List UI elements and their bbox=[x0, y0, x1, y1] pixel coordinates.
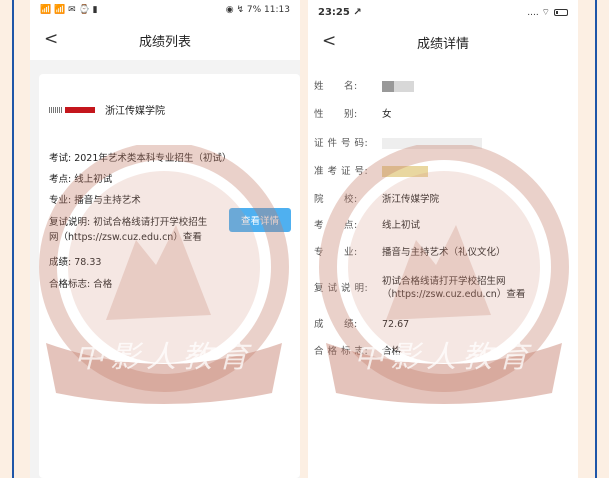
frame-right-line bbox=[595, 0, 597, 478]
field-major: 专 业: 播音与主持艺术（礼仪文化） bbox=[314, 246, 572, 259]
nav-bar: < 成绩详情 bbox=[308, 24, 578, 60]
field-value: 72.67 bbox=[382, 319, 410, 330]
field-label: 证 件 号 码: bbox=[314, 138, 369, 149]
pass-flag-line: 合格标志: 合格 bbox=[49, 279, 113, 290]
status-right: ◉ ↯ 7% 11:13 bbox=[226, 5, 290, 15]
field-id-number: 证 件 号 码: bbox=[314, 137, 572, 150]
field-gender: 性 别: 女 bbox=[314, 108, 572, 121]
score-line: 成绩: 78.33 bbox=[49, 257, 102, 268]
field-label: 考 点: bbox=[314, 220, 358, 231]
field-label: 专 业: bbox=[314, 247, 358, 258]
field-value-redacted bbox=[382, 165, 572, 178]
page-title: 成绩列表 bbox=[138, 34, 191, 50]
field-value: 女 bbox=[382, 109, 392, 120]
status-bar: 23:25 ↗ .... ⌔ bbox=[308, 0, 578, 24]
status-time: 23:25 ↗ bbox=[318, 6, 362, 18]
major-line: 专业: 播音与主持艺术 bbox=[49, 195, 141, 206]
field-label: 准 考 证 号: bbox=[314, 166, 369, 177]
right-phone-screenshot: 23:25 ↗ .... ⌔ < 成绩详情 姓 名: 性 别: 女 证 件 号 … bbox=[308, 0, 578, 478]
frame-left-line bbox=[12, 0, 14, 478]
field-admission-ticket: 准 考 证 号: bbox=[314, 165, 572, 178]
field-score: 成 绩: 72.67 bbox=[314, 318, 572, 331]
school-row: 浙江传媒学院 bbox=[49, 102, 165, 117]
status-left: 📶 📶 ✉ ⌚ ▮ bbox=[40, 5, 98, 15]
field-label: 性 别: bbox=[314, 109, 358, 120]
back-icon[interactable]: < bbox=[322, 31, 336, 51]
venue-line: 考点: 线上初试 bbox=[49, 174, 113, 185]
field-venue: 考 点: 线上初试 bbox=[314, 219, 572, 232]
field-label: 院 校: bbox=[314, 194, 358, 205]
school-name: 浙江传媒学院 bbox=[105, 106, 165, 117]
school-logo bbox=[49, 106, 95, 113]
field-value: 合格 bbox=[382, 346, 402, 357]
retest-note-line-2: 网（https://zsw.cuz.edu.cn）查看 bbox=[49, 232, 202, 243]
status-bar: 📶 📶 ✉ ⌚ ▮ ◉ ↯ 7% 11:13 bbox=[30, 0, 300, 20]
field-label: 复 试 说 明: bbox=[314, 283, 369, 294]
nav-bar: < 成绩列表 bbox=[30, 20, 300, 60]
field-label: 姓 名: bbox=[314, 81, 358, 92]
retest-note-line-1: 复试说明: 初试合格线请打开学校招生 bbox=[49, 217, 208, 228]
status-time: ◉ ↯ 7% 11:13 bbox=[225, 5, 290, 15]
field-value: 线上初试 bbox=[382, 220, 421, 231]
left-phone-screenshot: 📶 📶 ✉ ⌚ ▮ ◉ ↯ 7% 11:13 < 成绩列表 浙江传媒学院 考试:… bbox=[30, 0, 300, 478]
field-name: 姓 名: bbox=[314, 80, 572, 93]
status-right: .... ⌔ bbox=[527, 7, 568, 18]
battery-icon bbox=[554, 8, 568, 16]
field-pass-flag: 合 格 标 志: 合格 bbox=[314, 345, 572, 358]
field-label: 成 绩: bbox=[314, 319, 358, 330]
field-school: 院 校: 浙江传媒学院 bbox=[314, 193, 572, 206]
field-retest-note: 复 试 说 明: 初试合格线请打开学校招生网（https://zsw.cuz.e… bbox=[314, 275, 572, 301]
field-value-redacted bbox=[382, 80, 572, 93]
back-icon[interactable]: < bbox=[44, 29, 58, 49]
field-value: 初试合格线请打开学校招生网（https://zsw.cuz.edu.cn）查看 bbox=[382, 276, 526, 300]
field-label: 合 格 标 志: bbox=[314, 346, 369, 357]
status-icons: 📶 📶 ✉ ⌚ ▮ bbox=[40, 5, 98, 15]
status-signal: .... ⌔ bbox=[527, 7, 550, 18]
score-card: 浙江传媒学院 考试: 2021年艺术类本科专业招生（初试） 考点: 线上初试 专… bbox=[39, 74, 300, 478]
field-value: 播音与主持艺术（礼仪文化） bbox=[382, 247, 506, 258]
field-value: 浙江传媒学院 bbox=[382, 194, 440, 205]
view-details-button[interactable]: 查看详情 bbox=[229, 208, 291, 232]
page-title: 成绩详情 bbox=[416, 36, 469, 52]
field-value-redacted bbox=[382, 137, 572, 150]
exam-line: 考试: 2021年艺术类本科专业招生（初试） bbox=[49, 153, 232, 164]
